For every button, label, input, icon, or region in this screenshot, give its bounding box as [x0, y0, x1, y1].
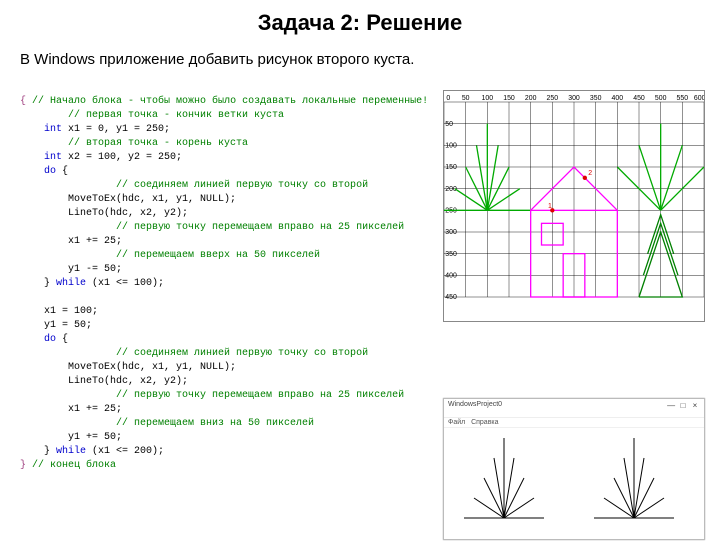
svg-text:600: 600 — [694, 95, 704, 102]
code-text: x1 += 25; — [20, 404, 122, 415]
window-titlebar: WindowsProject0 — □ × — [444, 399, 704, 418]
svg-text:1: 1 — [548, 203, 552, 210]
code-kw: int — [20, 124, 62, 135]
svg-text:550: 550 — [677, 95, 689, 102]
code-comment: // Начало блока - чтобы можно было созда… — [32, 96, 428, 107]
code-comment: // первую точку перемещаем вправо на 25 … — [68, 390, 404, 401]
menu-file[interactable]: Файл — [448, 419, 465, 426]
code-text: x1 += 25; — [20, 236, 122, 247]
code-comment: // первая точка - кончик ветки куста — [44, 110, 284, 121]
code-kw: while — [56, 278, 86, 289]
maximize-icon[interactable]: □ — [678, 401, 688, 410]
code-comment: // соединяем линией первую точку со втор… — [68, 180, 368, 191]
menu-help[interactable]: Справка — [471, 419, 498, 426]
svg-text:450: 450 — [633, 95, 645, 102]
svg-text:350: 350 — [590, 95, 602, 102]
code-kw: while — [56, 446, 86, 457]
svg-text:250: 250 — [547, 95, 559, 102]
app-window: WindowsProject0 — □ × Файл Справка — [443, 398, 705, 540]
svg-text:100: 100 — [482, 95, 494, 102]
code-text: { — [56, 334, 68, 345]
code-text: (x1 <= 100); — [86, 278, 164, 289]
code-text: y1 -= 50; — [20, 264, 122, 275]
subtitle: В Windows приложение добавить рисунок вт… — [20, 51, 720, 68]
brace-open: { — [20, 96, 26, 107]
code-comment: // перемещаем вверх на 50 пикселей — [68, 250, 320, 261]
code-text: LineTo(hdc, x2, y2); — [20, 208, 188, 219]
window-buttons: — □ × — [666, 401, 700, 415]
svg-text:250: 250 — [445, 208, 457, 215]
code-text: LineTo(hdc, x2, y2); — [20, 376, 188, 387]
code-comment: // вторая точка - корень куста — [44, 138, 248, 149]
code-text: } — [20, 278, 56, 289]
svg-text:400: 400 — [445, 273, 457, 280]
code-text: MoveToEx(hdc, x1, y1, NULL); — [20, 362, 236, 373]
window-title: WindowsProject0 — [448, 401, 502, 415]
svg-text:50: 50 — [445, 121, 453, 128]
code-kw: int — [20, 152, 62, 163]
code-text: y1 += 50; — [20, 432, 122, 443]
code-comment: // первую точку перемещаем вправо на 25 … — [68, 222, 404, 233]
code-text: MoveToEx(hdc, x1, y1, NULL); — [20, 194, 236, 205]
svg-text:350: 350 — [445, 251, 457, 258]
window-menu: Файл Справка — [444, 418, 704, 428]
svg-text:300: 300 — [445, 229, 457, 236]
page-title: Задача 2: Решение — [0, 10, 720, 36]
code-text: x1 = 100; — [20, 306, 98, 317]
svg-text:150: 150 — [445, 164, 457, 171]
svg-text:100: 100 — [445, 143, 457, 150]
code-text: x1 = 0, y1 = 250; — [62, 124, 170, 135]
grid-svg: 050100 150200250 300350400 450500550 600… — [444, 91, 704, 321]
code-text: (x1 <= 200); — [86, 446, 164, 457]
svg-text:2: 2 — [588, 170, 592, 177]
svg-text:500: 500 — [655, 95, 667, 102]
svg-text:150: 150 — [503, 95, 515, 102]
code-text: } — [20, 446, 56, 457]
svg-text:300: 300 — [568, 95, 580, 102]
code-comment: // соединяем линией первую точку со втор… — [68, 348, 368, 359]
code-text: y1 = 50; — [20, 320, 92, 331]
minimize-icon[interactable]: — — [666, 401, 676, 410]
code-kw: do — [20, 334, 56, 345]
code-kw: do — [20, 166, 56, 177]
code-comment: // перемещаем вниз на 50 пикселей — [68, 418, 314, 429]
close-icon[interactable]: × — [690, 401, 700, 410]
brace-close: } — [20, 460, 26, 471]
code-comment: // конец блока — [32, 460, 116, 471]
window-canvas — [444, 428, 704, 538]
svg-text:450: 450 — [445, 294, 457, 301]
svg-text:200: 200 — [525, 95, 537, 102]
code-block: { // Начало блока - чтобы можно было соз… — [20, 95, 428, 473]
code-text: { — [56, 166, 68, 177]
svg-text:0: 0 — [446, 95, 450, 102]
grid-drawing: 050100 150200250 300350400 450500550 600… — [443, 90, 705, 322]
svg-text:50: 50 — [462, 95, 470, 102]
svg-text:400: 400 — [612, 95, 624, 102]
code-text: x2 = 100, y2 = 250; — [62, 152, 182, 163]
